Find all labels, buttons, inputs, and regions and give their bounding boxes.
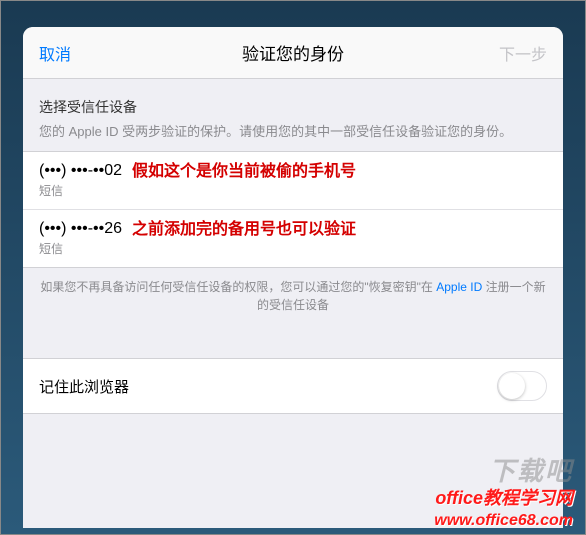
device-number: (•••) •••-••26 xyxy=(39,220,122,238)
apple-id-link[interactable]: Apple ID xyxy=(436,280,482,294)
footer-text-before: 如果您不再具备访问任何受信任设备的权限，您可以通过您的"恢复密钥"在 xyxy=(40,280,436,294)
device-type: 短信 xyxy=(39,240,122,257)
device-number: (•••) •••-••02 xyxy=(39,162,122,180)
description-block: 选择受信任设备 您的 Apple ID 受两步验证的保护。请使用您的其中一部受信… xyxy=(23,79,563,151)
watermark-line1: office教程学习网 xyxy=(435,484,573,510)
remember-label: 记住此浏览器 xyxy=(39,376,129,397)
device-row[interactable]: (•••) •••-••26 短信 之前添加完的备用号也可以验证 xyxy=(23,210,563,267)
device-row[interactable]: (•••) •••-••02 短信 假如这个是你当前被偷的手机号 xyxy=(23,152,563,210)
remember-browser-row: 记住此浏览器 xyxy=(23,358,563,414)
watermark-line2: www.office68.com xyxy=(434,512,573,530)
verification-sheet: 取消 验证您的身份 下一步 选择受信任设备 您的 Apple ID 受两步验证的… xyxy=(23,27,563,528)
header-bar: 取消 验证您的身份 下一步 xyxy=(23,27,563,79)
toggle-knob xyxy=(499,373,525,399)
footer-note: 如果您不再具备访问任何受信任设备的权限，您可以通过您的"恢复密钥"在 Apple… xyxy=(23,268,563,324)
watermark-bg: 下载吧 xyxy=(489,451,573,488)
device-type: 短信 xyxy=(39,182,122,199)
annotation-text: 之前添加完的备用号也可以验证 xyxy=(132,220,547,241)
cancel-button[interactable]: 取消 xyxy=(39,41,71,65)
annotation-text: 假如这个是你当前被偷的手机号 xyxy=(132,162,547,183)
next-button-disabled: 下一步 xyxy=(499,41,547,65)
page-title: 验证您的身份 xyxy=(23,40,563,65)
trusted-device-list: (•••) •••-••02 短信 假如这个是你当前被偷的手机号 (•••) •… xyxy=(23,151,563,268)
section-subtitle: 选择受信任设备 xyxy=(39,97,547,117)
remember-toggle[interactable] xyxy=(497,371,547,401)
section-description: 您的 Apple ID 受两步验证的保护。请使用您的其中一部受信任设备验证您的身… xyxy=(39,123,547,141)
